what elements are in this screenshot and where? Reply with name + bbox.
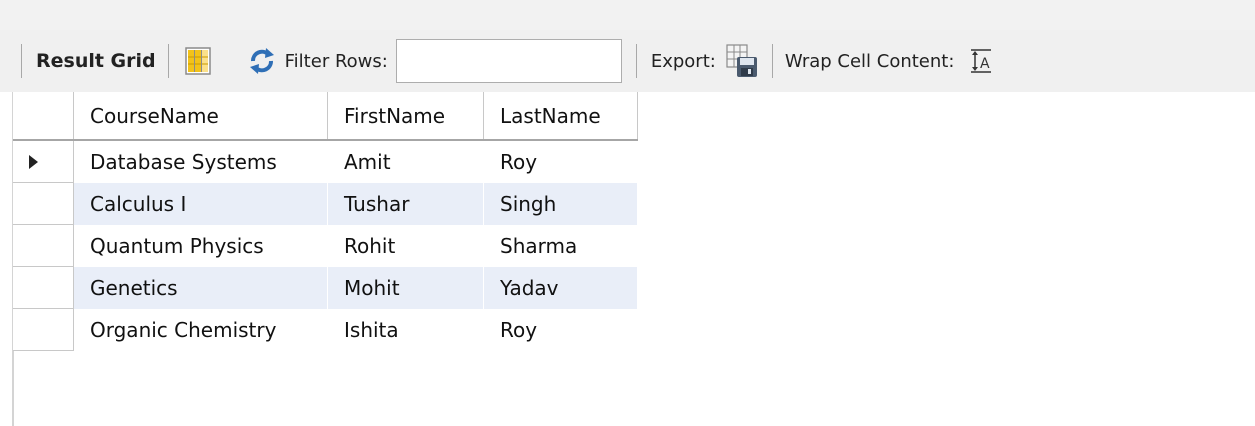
toolbar-separator [21, 44, 22, 78]
cell-text: Organic Chemistry [90, 317, 277, 342]
cell-firstname[interactable]: Mohit [327, 266, 484, 309]
result-toolbar: Result Grid Filter Rows: Export: Wrap Ce… [0, 30, 1255, 92]
cell-text: Mohit [344, 275, 400, 300]
cell-text: Database Systems [90, 149, 277, 174]
cell-lastname[interactable]: Roy [483, 140, 638, 183]
table-row[interactable]: Calculus I Tushar Singh [13, 182, 638, 225]
cell-text: Genetics [90, 275, 178, 300]
svg-text:A: A [980, 56, 990, 72]
cell-firstname[interactable]: Amit [327, 140, 484, 183]
cell-lastname[interactable]: Yadav [483, 266, 638, 309]
grid-columns-icon[interactable] [184, 47, 211, 75]
filter-rows-label: Filter Rows: [284, 50, 388, 72]
result-table: CourseName FirstName LastName Database S… [13, 92, 638, 351]
cell-text: Calculus I [90, 191, 187, 216]
toolbar-separator [167, 44, 169, 78]
wrap-cell-content-label: Wrap Cell Content: [784, 50, 955, 72]
wrap-text-icon[interactable]: A [970, 48, 992, 74]
cell-text: Rohit [344, 233, 396, 258]
cell-text: Roy [500, 149, 538, 174]
cell-text: Yadav [500, 275, 559, 300]
cell-lastname[interactable]: Roy [483, 308, 638, 351]
cell-text: Singh [500, 191, 557, 216]
table-row[interactable]: Organic Chemistry Ishita Roy [13, 308, 638, 351]
cell-coursename[interactable]: Database Systems [73, 140, 328, 183]
export-save-icon[interactable] [726, 44, 758, 78]
cell-coursename[interactable]: Quantum Physics [73, 224, 328, 267]
column-header-coursename[interactable]: CourseName [73, 92, 328, 141]
cell-lastname[interactable]: Sharma [483, 224, 638, 267]
cell-text: Quantum Physics [90, 233, 264, 258]
row-selector[interactable] [13, 266, 74, 309]
cell-text: Sharma [500, 233, 578, 258]
cell-text: Amit [344, 149, 391, 174]
column-header-label: CourseName [90, 103, 219, 128]
toolbar-separator [771, 44, 773, 78]
cell-firstname[interactable]: Rohit [327, 224, 484, 267]
column-header-label: FirstName [344, 103, 446, 128]
cell-firstname[interactable]: Ishita [327, 308, 484, 351]
current-row-arrow-icon [29, 154, 38, 169]
row-selector[interactable] [13, 182, 74, 225]
export-label: Export: [650, 50, 716, 72]
result-grid-tab[interactable]: Result Grid [36, 50, 156, 72]
cell-firstname[interactable]: Tushar [327, 182, 484, 225]
column-header-lastname[interactable]: LastName [483, 92, 638, 141]
table-row[interactable]: Genetics Mohit Yadav [13, 266, 638, 309]
refresh-icon[interactable] [247, 47, 277, 75]
table-row[interactable]: Database Systems Amit Roy [13, 140, 638, 183]
row-header-corner [13, 92, 74, 141]
cell-coursename[interactable]: Genetics [73, 266, 328, 309]
cell-lastname[interactable]: Singh [483, 182, 638, 225]
cell-coursename[interactable]: Organic Chemistry [73, 308, 328, 351]
table-row[interactable]: Quantum Physics Rohit Sharma [13, 224, 638, 267]
filter-rows-input[interactable] [395, 39, 622, 83]
result-grid: CourseName FirstName LastName Database S… [0, 92, 1255, 426]
cell-text: Ishita [344, 317, 399, 342]
column-header-firstname[interactable]: FirstName [327, 92, 484, 141]
row-selector[interactable] [13, 308, 74, 351]
window-top-strip [0, 0, 1255, 30]
row-selector[interactable] [13, 140, 74, 183]
cell-text: Roy [500, 317, 538, 342]
column-header-label: LastName [500, 103, 601, 128]
header-row: CourseName FirstName LastName [13, 92, 638, 141]
row-selector[interactable] [13, 224, 74, 267]
cell-text: Tushar [344, 191, 410, 216]
toolbar-separator [635, 44, 637, 78]
cell-coursename[interactable]: Calculus I [73, 182, 328, 225]
